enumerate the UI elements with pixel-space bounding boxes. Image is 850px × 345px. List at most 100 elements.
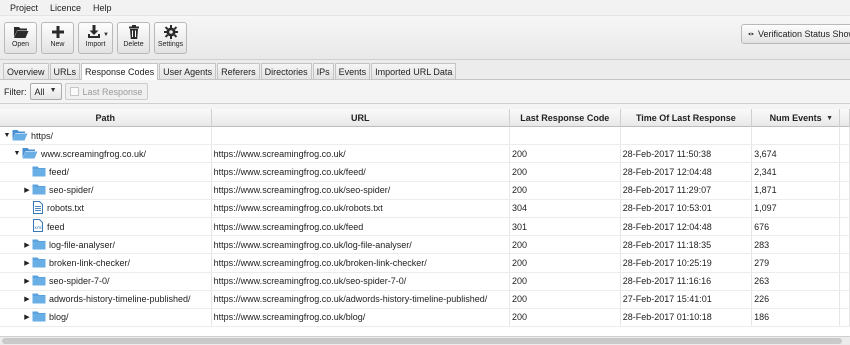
chevron-down-icon: ▼ bbox=[49, 87, 57, 94]
filter-select[interactable]: All ▼ bbox=[29, 83, 62, 100]
url-cell bbox=[212, 127, 510, 145]
table-row[interactable]: ▶ seo-spider/https://www.screamingfrog.co… bbox=[0, 181, 850, 200]
folder-icon bbox=[32, 310, 46, 324]
url-cell: https://www.screamingfrog.co.uk/blog/ bbox=[212, 308, 511, 327]
path-text: seo-spider-7-0/ bbox=[49, 276, 110, 287]
open-label: Open bbox=[11, 41, 30, 48]
path-cell: ▶ seo-spider/ bbox=[0, 181, 212, 199]
download-icon bbox=[87, 25, 100, 38]
eye-icon bbox=[748, 32, 754, 36]
num-events-cell: 2,341 bbox=[752, 163, 841, 181]
path-cell: feed/ bbox=[0, 163, 212, 181]
url-cell: https://www.screamingfrog.co.uk/seo-spid… bbox=[212, 181, 511, 199]
folder-open-icon bbox=[12, 129, 28, 143]
extra-cell bbox=[840, 199, 850, 217]
tab-user-agents[interactable]: User Agents bbox=[159, 63, 217, 79]
extra-cell bbox=[840, 308, 850, 327]
path-cell: ▶ seo-spider-7-0/ bbox=[0, 272, 212, 290]
tab-ips[interactable]: IPs bbox=[312, 63, 334, 79]
gear-icon bbox=[163, 25, 178, 39]
path-text: feed/ bbox=[49, 166, 70, 177]
table-row[interactable]: robots.txt https://www.screamingfrog.co.u… bbox=[0, 199, 850, 218]
table-row[interactable]: ▶ log-file-analyser/https://www.screaming… bbox=[0, 236, 850, 255]
response-code-cell: 200 bbox=[510, 290, 621, 308]
expand-arrow-closed-icon[interactable]: ▶ bbox=[22, 259, 32, 267]
path-text: adwords-history-timeline-published/ bbox=[49, 294, 191, 305]
tab-imported-url-data[interactable]: Imported URL Data bbox=[371, 63, 457, 79]
expand-arrow-closed-icon[interactable]: ▶ bbox=[22, 313, 32, 321]
url-cell: https://www.screamingfrog.co.uk/feed bbox=[212, 217, 511, 236]
num-events-cell: 263 bbox=[752, 272, 841, 290]
expand-arrow-closed-icon[interactable]: ▶ bbox=[22, 241, 32, 249]
xml-file-icon: xml bbox=[32, 219, 44, 234]
path-text: https/ bbox=[31, 130, 54, 141]
table-row[interactable]: feed/https://www.screamingfrog.co.uk/fee… bbox=[0, 163, 850, 182]
path-text: robots.txt bbox=[47, 203, 85, 214]
verification-label: Verification Status Show bbox=[757, 29, 850, 39]
expand-arrow-closed-icon[interactable]: ▶ bbox=[22, 295, 32, 303]
url-cell: https://www.screamingfrog.co.uk/adwords-… bbox=[212, 290, 511, 308]
verification-status-button[interactable]: Verification Status Show bbox=[741, 24, 850, 44]
column-header-num-events[interactable]: Num Events ▼ bbox=[752, 109, 841, 127]
trash-icon bbox=[128, 25, 139, 39]
column-header-last-response-code[interactable]: Last Response Code bbox=[510, 109, 621, 127]
path-text: blog/ bbox=[49, 312, 69, 323]
folder-icon bbox=[32, 292, 46, 306]
new-button[interactable]: New bbox=[41, 22, 74, 54]
folder-open-icon bbox=[22, 147, 38, 161]
table-body: ▼ https/ ▼ www.screamingfrog.co.uk/https://… bbox=[0, 127, 850, 328]
filter-bar: Filter: All ▼ Last Response bbox=[0, 80, 850, 104]
column-header-time-of-last-response[interactable]: Time Of Last Response bbox=[621, 109, 753, 127]
horizontal-scrollbar[interactable] bbox=[0, 336, 850, 345]
expand-arrow-closed-icon[interactable]: ▶ bbox=[22, 186, 32, 194]
path-cell: ▼ www.screamingfrog.co.uk/ bbox=[0, 145, 212, 163]
tab-overview[interactable]: Overview bbox=[3, 63, 49, 79]
time-cell: 28-Feb-2017 11:50:38 bbox=[621, 145, 753, 163]
menu-licence[interactable]: Licence bbox=[44, 3, 87, 13]
svg-text:xml: xml bbox=[34, 225, 42, 231]
menu-bar: Project Licence Help bbox=[0, 0, 850, 16]
num-events-cell: 1,097 bbox=[752, 199, 841, 217]
table-row[interactable]: ▼ https/ bbox=[0, 127, 850, 146]
last-response-toggle[interactable]: Last Response bbox=[64, 83, 148, 100]
table-row[interactable]: ▶ adwords-history-timeline-published/http… bbox=[0, 290, 850, 309]
folder-icon bbox=[32, 183, 46, 197]
tab-referers[interactable]: Referers bbox=[217, 63, 260, 79]
time-cell: 28-Feb-2017 11:18:35 bbox=[621, 236, 753, 254]
path-text: broken-link-checker/ bbox=[49, 257, 131, 268]
last-response-checkbox[interactable] bbox=[69, 87, 79, 96]
delete-label: Delete bbox=[123, 41, 144, 48]
open-button[interactable]: Open bbox=[4, 22, 37, 54]
scrollbar-thumb[interactable] bbox=[2, 338, 842, 344]
expand-arrow-closed-icon[interactable]: ▶ bbox=[22, 277, 32, 285]
table-row[interactable]: ▶ seo-spider-7-0/https://www.screamingfro… bbox=[0, 272, 850, 291]
column-header-url[interactable]: URL bbox=[212, 109, 510, 127]
tab-response-codes[interactable]: Response Codes bbox=[81, 63, 159, 80]
import-button[interactable]: ▼ Import bbox=[78, 22, 113, 54]
folder-icon bbox=[32, 165, 46, 179]
menu-project[interactable]: Project bbox=[4, 3, 44, 13]
tab-urls[interactable]: URLs bbox=[49, 63, 81, 79]
table-row[interactable]: ▼ www.screamingfrog.co.uk/https://www.scr… bbox=[0, 145, 850, 164]
url-cell: https://www.screamingfrog.co.uk/seo-spid… bbox=[212, 272, 511, 290]
expand-arrow-open-icon[interactable]: ▼ bbox=[2, 132, 12, 139]
expand-arrow-open-icon[interactable]: ▼ bbox=[12, 150, 22, 157]
tab-directories[interactable]: Directories bbox=[260, 63, 312, 79]
response-codes-table: Path URL Last Response Code Time Of Last… bbox=[0, 109, 850, 336]
table-row[interactable]: xml feed https://www.screamingfrog.co.uk/f… bbox=[0, 217, 850, 237]
tab-events[interactable]: Events bbox=[334, 63, 371, 79]
extra-cell bbox=[840, 181, 850, 199]
time-cell: 28-Feb-2017 01:10:18 bbox=[621, 308, 753, 327]
extra-cell bbox=[840, 127, 850, 145]
settings-button[interactable]: Settings bbox=[154, 22, 187, 54]
time-cell: 28-Feb-2017 12:04:48 bbox=[621, 163, 753, 181]
delete-button[interactable]: Delete bbox=[117, 22, 150, 54]
filter-value: All bbox=[34, 86, 45, 97]
table-row[interactable]: ▶ broken-link-checker/https://www.screami… bbox=[0, 254, 850, 273]
table-header: Path URL Last Response Code Time Of Last… bbox=[0, 109, 850, 127]
text-file-icon bbox=[32, 200, 44, 216]
table-row[interactable]: ▶ blog/https://www.screamingfrog.co.uk/bl… bbox=[0, 308, 850, 328]
column-header-path[interactable]: Path bbox=[0, 109, 212, 127]
time-cell: 28-Feb-2017 10:53:01 bbox=[621, 199, 753, 217]
menu-help[interactable]: Help bbox=[87, 3, 118, 13]
